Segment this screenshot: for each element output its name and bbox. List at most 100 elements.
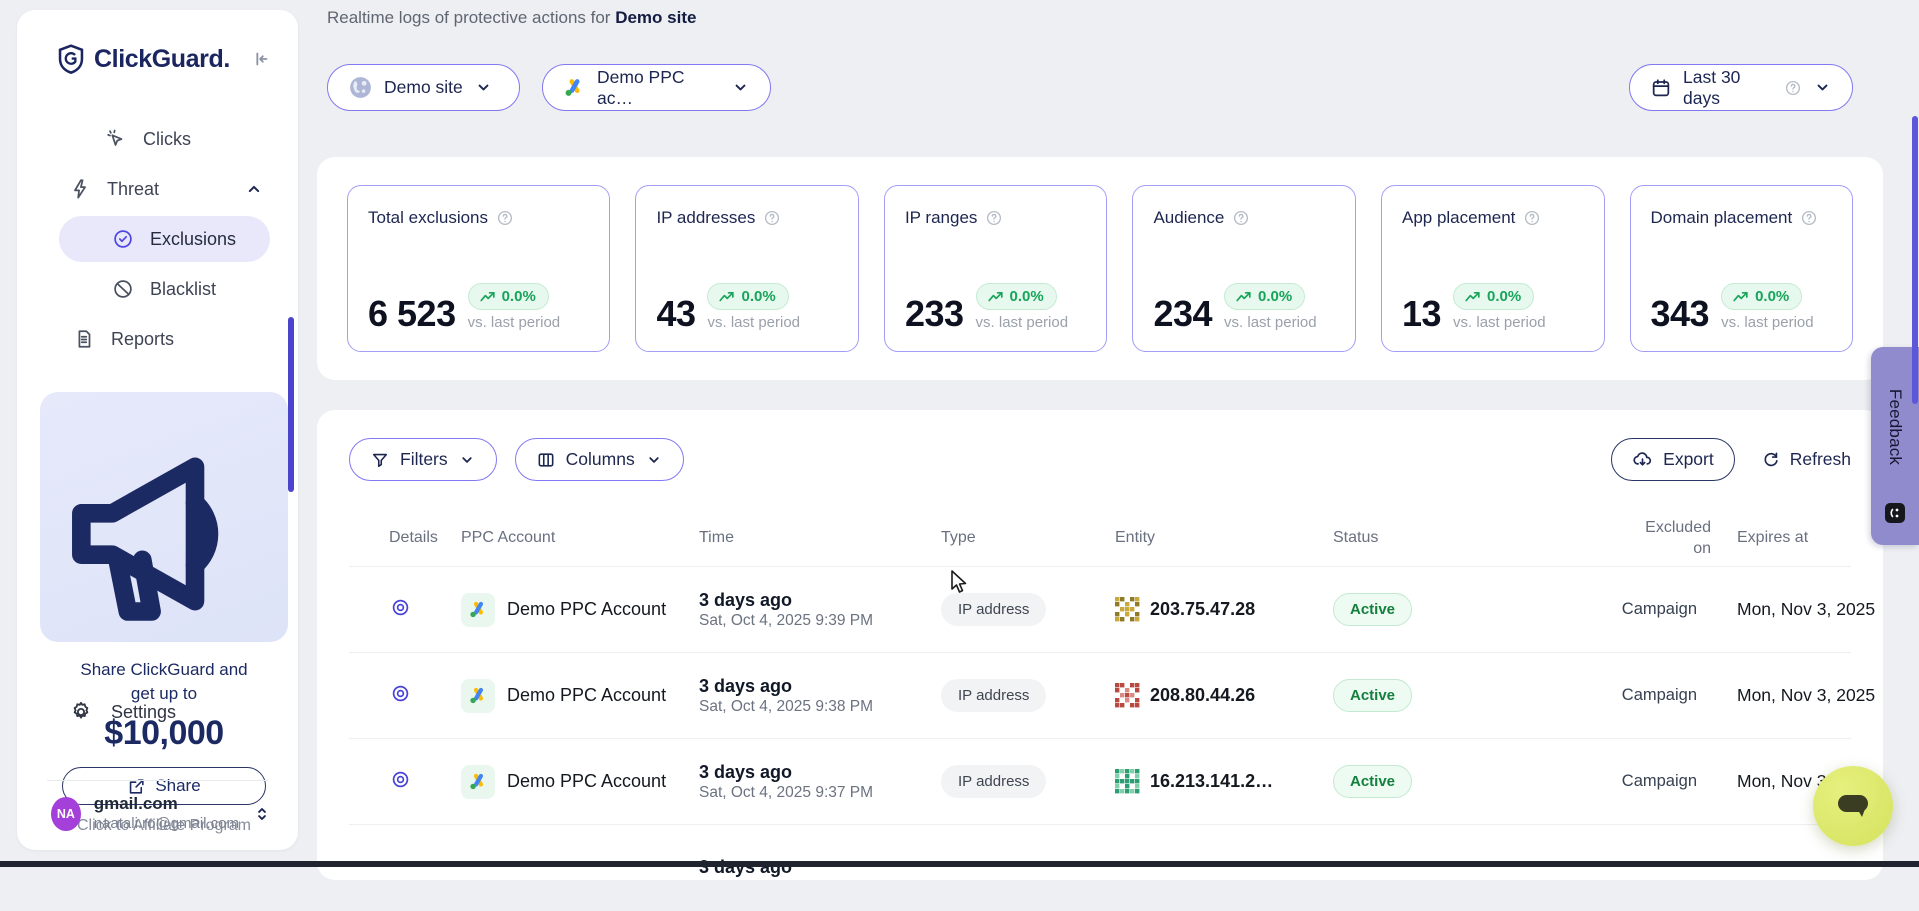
help-icon[interactable]: [496, 209, 514, 227]
type-badge: IP address: [941, 593, 1046, 626]
stat-delta-caption: vs. last period: [468, 314, 561, 331]
column-header-expires-at: Expires at: [1737, 529, 1851, 547]
status-badge: Active: [1333, 679, 1412, 712]
time-absolute: Sat, Oct 4, 2025 9:38 PM: [699, 698, 941, 716]
table-row[interactable]: Demo PPC Account3 days agoSat, Oct 4, 20…: [349, 739, 1851, 825]
badge-check-icon: [112, 228, 134, 250]
sidebar-item-blacklist[interactable]: Blacklist: [17, 264, 298, 314]
subtitle-text: Realtime logs of protective actions for: [327, 8, 615, 27]
stat-card: App placement130.0%vs. last period: [1381, 185, 1605, 352]
sidebar-scrollbar[interactable]: [288, 317, 294, 492]
chevron-down-icon: [731, 78, 750, 97]
chevron-down-icon: [474, 78, 493, 97]
date-range-dropdown[interactable]: Last 30 days: [1629, 64, 1853, 111]
refresh-button[interactable]: Refresh: [1761, 449, 1851, 470]
stat-delta-badge: 0.0%: [468, 283, 549, 310]
export-button[interactable]: Export: [1611, 438, 1735, 481]
sidebar-item-clicks[interactable]: Clicks: [17, 114, 298, 164]
details-eye-icon[interactable]: [389, 768, 412, 791]
entity-identicon: [1115, 597, 1140, 622]
chevron-down-icon: [1813, 78, 1832, 97]
columns-button[interactable]: Columns: [515, 438, 684, 481]
entity-value: 16.213.141.2…: [1150, 771, 1273, 792]
trend-up-icon: [987, 290, 1004, 304]
affiliate-promo-card[interactable]: Share ClickGuard and get up to $10,000 S…: [40, 392, 288, 642]
stat-label: App placement: [1402, 208, 1515, 228]
filters-label: Filters: [400, 449, 448, 470]
help-icon[interactable]: [985, 209, 1003, 227]
sidebar-item-label: Reports: [111, 329, 174, 350]
google-ads-icon: [461, 679, 495, 713]
time-relative: 3 days ago: [699, 675, 941, 698]
table-row[interactable]: Demo PPC Account3 days agoSat, Oct 4, 20…: [349, 567, 1851, 653]
column-header-excluded-on: Excludedon: [1565, 517, 1737, 559]
column-header-status: Status: [1333, 529, 1565, 547]
help-icon[interactable]: [1784, 79, 1802, 97]
sidebar-item-label: Threat: [107, 179, 159, 200]
trend-up-icon: [1464, 290, 1481, 304]
time-relative: 3 days ago: [699, 856, 941, 879]
sidebar-item-label: Exclusions: [150, 229, 236, 250]
refresh-icon: [1761, 450, 1781, 470]
gear-icon: [69, 700, 93, 724]
stat-delta-caption: vs. last period: [1224, 314, 1317, 331]
sidebar-collapse-icon[interactable]: [250, 48, 272, 70]
brand-name: ClickGuard.: [94, 45, 241, 74]
sidebar-item-reports[interactable]: Reports: [17, 314, 298, 364]
column-header-type: Type: [941, 529, 1115, 547]
sidebar-item-settings[interactable]: Settings: [17, 692, 298, 732]
table-row[interactable]: 3 days ago: [349, 825, 1851, 911]
time-relative: 3 days ago: [699, 761, 941, 784]
expires-at-value: Mon, Nov 3, 2025: [1737, 685, 1875, 706]
filters-button[interactable]: Filters: [349, 438, 497, 481]
site-selector-dropdown[interactable]: Demo site: [327, 64, 520, 111]
stat-delta-caption: vs. last period: [976, 314, 1069, 331]
stat-card: IP ranges2330.0%vs. last period: [884, 185, 1108, 352]
help-icon[interactable]: [1232, 209, 1250, 227]
sidebar-item-threat[interactable]: Threat: [17, 164, 298, 214]
table-body: Demo PPC Account3 days agoSat, Oct 4, 20…: [349, 567, 1851, 911]
stat-delta-value: 0.0%: [1487, 288, 1521, 305]
chevron-down-icon: [645, 451, 663, 469]
chat-launcher-button[interactable]: [1813, 766, 1893, 846]
help-icon[interactable]: [1523, 209, 1541, 227]
table-row[interactable]: Demo PPC Account3 days agoSat, Oct 4, 20…: [349, 653, 1851, 739]
column-header-ppc-account: PPC Account: [461, 529, 699, 547]
site-selector-label: Demo site: [384, 77, 463, 98]
sidebar-item-exclusions[interactable]: Exclusions: [59, 216, 270, 262]
chevron-updown-icon: [252, 803, 272, 825]
stat-delta-value: 0.0%: [502, 288, 536, 305]
help-icon[interactable]: [1800, 209, 1818, 227]
stat-value: 43: [656, 297, 695, 331]
avatar: NA: [51, 797, 81, 831]
account-switcher[interactable]: NA gmail.com naatali.ro@gmail.com: [17, 794, 298, 834]
document-icon: [73, 328, 95, 350]
subtitle-site-name: Demo site: [615, 8, 696, 27]
stat-value: 343: [1651, 297, 1710, 331]
details-eye-icon[interactable]: [389, 596, 412, 619]
excluded-on-value: Campaign: [1565, 686, 1737, 705]
stat-card: Domain placement3430.0%vs. last period: [1630, 185, 1854, 352]
time-absolute: Sat, Oct 4, 2025 9:37 PM: [699, 784, 941, 802]
page-scrollbar[interactable]: [1912, 116, 1918, 404]
help-icon[interactable]: [763, 209, 781, 227]
date-range-label: Last 30 days: [1683, 67, 1773, 109]
sidebar-item-label: Blacklist: [150, 279, 216, 300]
details-eye-icon[interactable]: [389, 682, 412, 705]
bottom-edge-bar: [0, 861, 1919, 867]
settings-label: Settings: [111, 702, 176, 723]
status-badge: Active: [1333, 593, 1412, 626]
chevron-down-icon: [458, 451, 476, 469]
ppc-account-selector-dropdown[interactable]: Demo PPC ac…: [542, 64, 771, 111]
google-ads-icon: [461, 765, 495, 799]
feedback-smiley-icon: [1883, 501, 1907, 525]
stat-delta-value: 0.0%: [1010, 288, 1044, 305]
column-header-time: Time: [699, 529, 941, 547]
trend-up-icon: [1732, 290, 1749, 304]
user-name: gmail.com: [94, 794, 239, 814]
lightning-icon: [69, 178, 91, 200]
main-content: Realtime logs of protective actions for …: [317, 0, 1883, 867]
globe-icon: [348, 75, 373, 100]
entity-identicon: [1115, 769, 1140, 794]
trend-up-icon: [718, 290, 735, 304]
